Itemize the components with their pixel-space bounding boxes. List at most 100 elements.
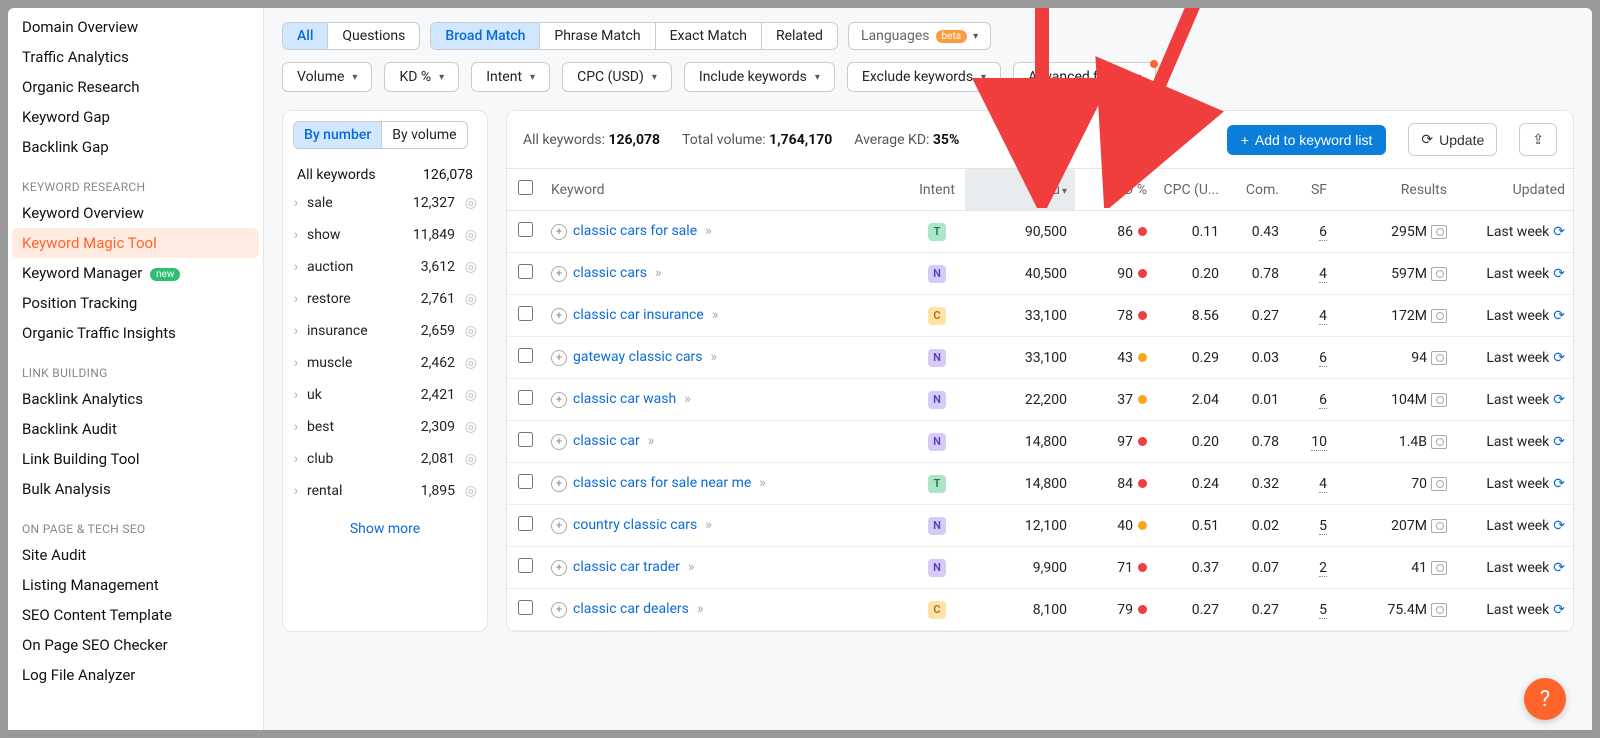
sidebar-item-keyword-manager[interactable]: Keyword Manager new [8,258,263,288]
eye-icon[interactable]: ◎ [455,483,477,499]
group-row[interactable]: ›show11,849◎ [283,219,487,251]
cell-sf[interactable]: 5 [1319,518,1327,535]
add-keyword-icon[interactable]: + [551,224,567,240]
serp-preview-icon[interactable] [1431,267,1447,281]
open-keyword-icon[interactable]: » [759,475,766,491]
add-keyword-icon[interactable]: + [551,476,567,492]
sidebar-item-organic-research[interactable]: Organic Research [8,72,263,102]
select-all-checkbox[interactable] [518,180,533,195]
filter-advanced[interactable]: Advanced filters ▾ [1013,62,1156,92]
all-keywords-row[interactable]: All keywords 126,078 [283,159,487,187]
open-keyword-icon[interactable]: » [697,601,704,617]
refresh-row-icon[interactable]: ⟳ [1553,434,1565,450]
help-button[interactable]: ? [1524,678,1566,720]
keyword-link[interactable]: classic cars for sale near me [573,475,751,491]
filter-intent[interactable]: Intent▾ [471,62,550,92]
cell-sf[interactable]: 10 [1311,434,1327,451]
languages-dropdown[interactable]: Languages beta ▾ [848,22,991,50]
keyword-link[interactable]: classic car [573,433,640,449]
cell-sf[interactable]: 4 [1319,308,1327,325]
col-intent[interactable]: Intent [909,169,965,211]
refresh-row-icon[interactable]: ⟳ [1553,602,1565,618]
sidebar-item-log-file-analyzer[interactable]: Log File Analyzer [8,660,263,690]
add-keyword-icon[interactable]: + [551,518,567,534]
keyword-link[interactable]: country classic cars [573,517,697,533]
row-checkbox[interactable] [518,474,533,489]
filter-exclude[interactable]: Exclude keywords▾ [847,62,1001,92]
add-to-keyword-list-button[interactable]: + Add to keyword list [1227,125,1387,155]
group-row[interactable]: ›sale12,327◎ [283,187,487,219]
open-keyword-icon[interactable]: » [712,307,719,323]
cell-sf[interactable]: 6 [1319,350,1327,367]
serp-preview-icon[interactable] [1431,561,1447,575]
match-broad[interactable]: Broad Match [431,23,540,49]
open-keyword-icon[interactable]: » [655,265,662,281]
keyword-link[interactable]: gateway classic cars [573,349,703,365]
group-row[interactable]: ›club2,081◎ [283,443,487,475]
filter-kd[interactable]: KD %▾ [384,62,459,92]
cell-sf[interactable]: 2 [1319,560,1327,577]
eye-icon[interactable]: ◎ [455,291,477,307]
groups-tab-by-number[interactable]: By number [294,122,381,148]
add-keyword-icon[interactable]: + [551,434,567,450]
row-checkbox[interactable] [518,306,533,321]
row-checkbox[interactable] [518,390,533,405]
refresh-row-icon[interactable]: ⟳ [1553,476,1565,492]
sidebar-item-backlink-gap[interactable]: Backlink Gap [8,132,263,162]
group-row[interactable]: ›muscle2,462◎ [283,347,487,379]
row-checkbox[interactable] [518,558,533,573]
keyword-link[interactable]: classic car wash [573,391,676,407]
cell-sf[interactable]: 5 [1319,602,1327,619]
open-keyword-icon[interactable]: » [705,517,712,533]
eye-icon[interactable]: ◎ [455,355,477,371]
cell-sf[interactable]: 4 [1319,476,1327,493]
open-keyword-icon[interactable]: » [684,391,691,407]
open-keyword-icon[interactable]: » [688,559,695,575]
sidebar-item-on-page-seo-checker[interactable]: On Page SEO Checker [8,630,263,660]
keyword-link[interactable]: classic car insurance [573,307,704,323]
open-keyword-icon[interactable]: » [711,349,718,365]
filter-cpc[interactable]: CPC (USD)▾ [562,62,672,92]
col-cpc[interactable]: CPC (U... [1155,169,1227,211]
refresh-row-icon[interactable]: ⟳ [1553,560,1565,576]
keyword-link[interactable]: classic cars for sale [573,223,697,239]
col-sf[interactable]: SF [1287,169,1335,211]
eye-icon[interactable]: ◎ [455,451,477,467]
sidebar-item-domain-overview[interactable]: Domain Overview [8,12,263,42]
refresh-row-icon[interactable]: ⟳ [1553,224,1565,240]
row-checkbox[interactable] [518,222,533,237]
col-results[interactable]: Results [1335,169,1455,211]
col-volume[interactable]: Volu▾ [965,169,1075,211]
sidebar-item-keyword-magic-tool[interactable]: Keyword Magic Tool [12,228,259,258]
eye-icon[interactable]: ◎ [455,323,477,339]
eye-icon[interactable]: ◎ [455,195,477,211]
row-checkbox[interactable] [518,600,533,615]
row-checkbox[interactable] [518,432,533,447]
eye-icon[interactable]: ◎ [455,387,477,403]
col-keyword[interactable]: Keyword [543,169,909,211]
sidebar-item-traffic-analytics[interactable]: Traffic Analytics [8,42,263,72]
sidebar-item-backlink-analytics[interactable]: Backlink Analytics [8,384,263,414]
refresh-row-icon[interactable]: ⟳ [1553,266,1565,282]
cell-sf[interactable]: 4 [1319,266,1327,283]
cell-sf[interactable]: 6 [1319,392,1327,409]
sidebar-item-seo-content-template[interactable]: SEO Content Template [8,600,263,630]
open-keyword-icon[interactable]: » [705,223,712,239]
add-keyword-icon[interactable]: + [551,308,567,324]
sidebar-item-link-building-tool[interactable]: Link Building Tool [8,444,263,474]
eye-icon[interactable]: ◎ [455,259,477,275]
keyword-link[interactable]: classic cars [573,265,647,281]
refresh-row-icon[interactable]: ⟳ [1553,392,1565,408]
serp-preview-icon[interactable] [1431,477,1447,491]
keyword-link[interactable]: classic car dealers [573,601,689,617]
add-keyword-icon[interactable]: + [551,602,567,618]
match-exact[interactable]: Exact Match [656,23,762,49]
filter-include[interactable]: Include keywords▾ [684,62,835,92]
serp-preview-icon[interactable] [1431,603,1447,617]
row-checkbox[interactable] [518,516,533,531]
group-row[interactable]: ›rental1,895◎ [283,475,487,507]
serp-preview-icon[interactable] [1431,435,1447,449]
scope-questions[interactable]: Questions [328,23,419,49]
group-row[interactable]: ›insurance2,659◎ [283,315,487,347]
match-phrase[interactable]: Phrase Match [540,23,655,49]
